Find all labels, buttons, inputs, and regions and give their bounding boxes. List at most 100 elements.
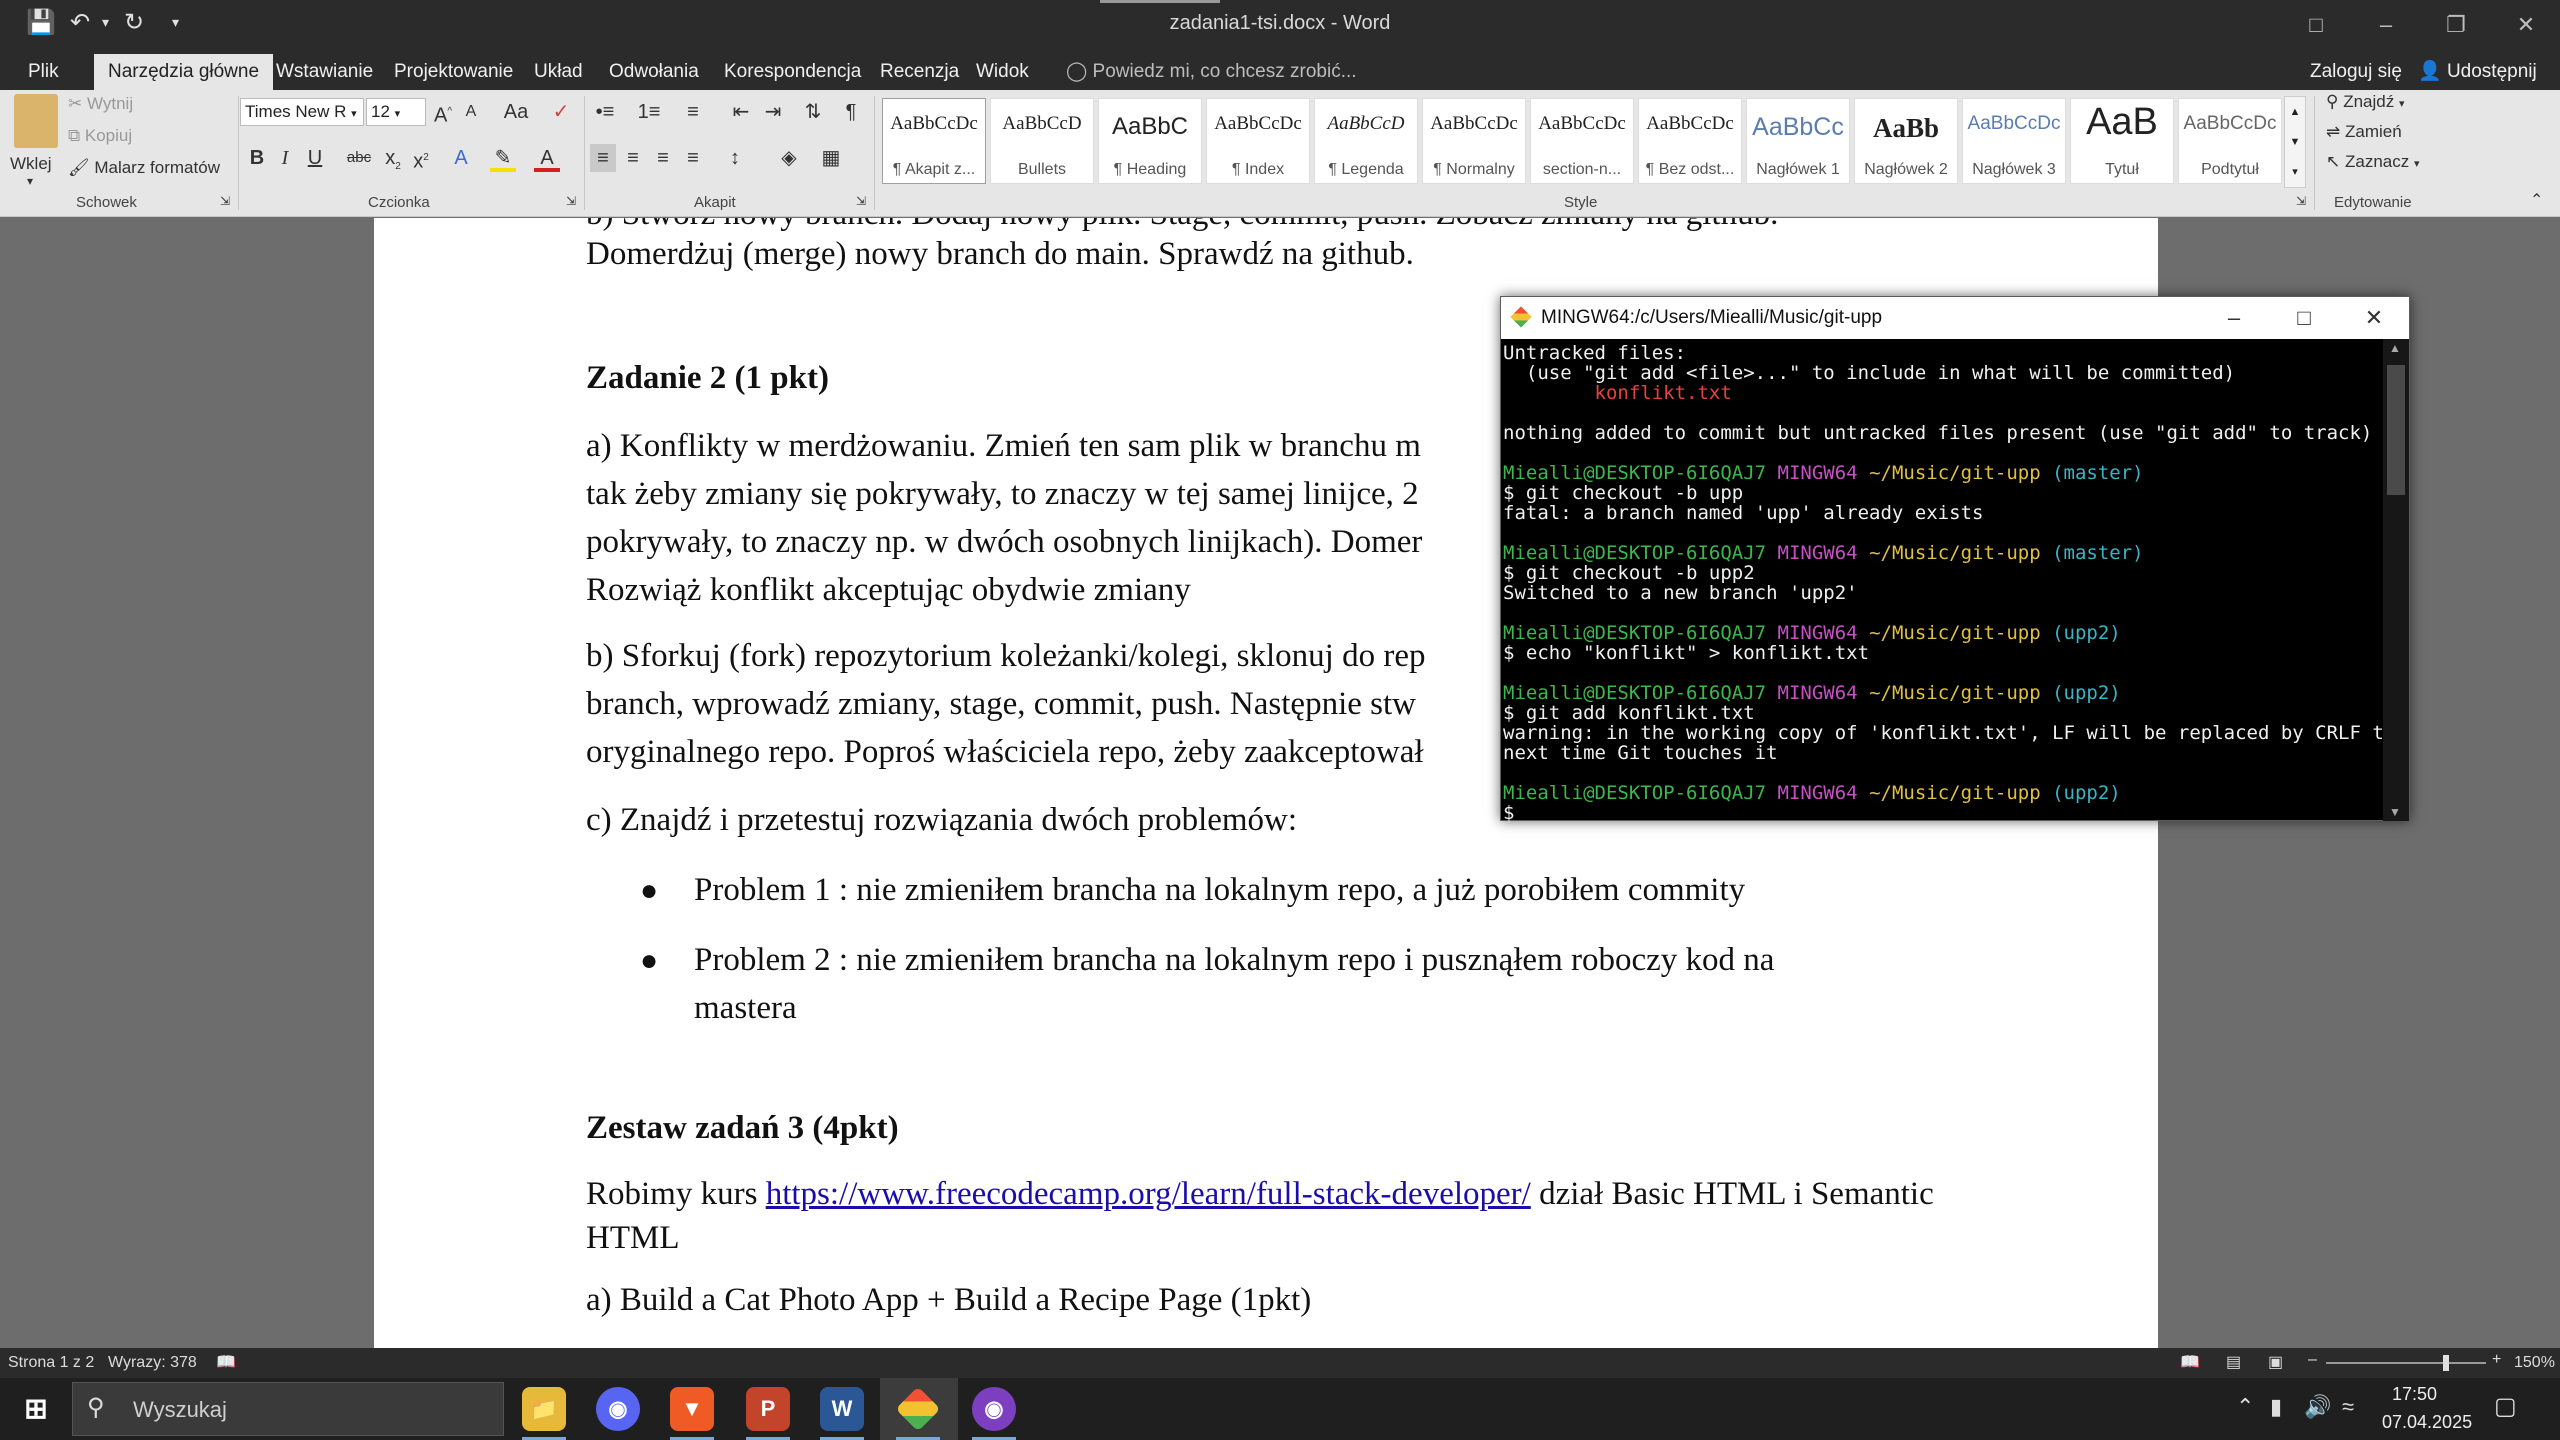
zoom-thumb[interactable] <box>2443 1355 2449 1371</box>
tab-insert[interactable]: Wstawianie <box>262 54 387 90</box>
collapse-ribbon-icon[interactable]: ⌃ <box>2530 190 2543 210</box>
line-spacing-icon[interactable]: ↕ <box>722 144 748 172</box>
format-painter-button[interactable]: 🖌 Malarz formatów <box>68 158 220 178</box>
terminal-close-button[interactable]: ✕ <box>2339 297 2409 339</box>
show-marks-icon[interactable]: ¶ <box>838 98 864 126</box>
numbering-icon[interactable]: 1≡ <box>636 98 662 126</box>
grow-font-icon[interactable]: A^ <box>430 98 456 127</box>
tab-file[interactable]: Plik <box>14 54 73 90</box>
page-count[interactable]: Strona 1 z 2 <box>8 1354 94 1372</box>
decrease-indent-icon[interactable]: ⇤ <box>728 98 754 126</box>
read-mode-icon[interactable]: 📖 <box>2180 1352 2200 1372</box>
zoom-level[interactable]: 150% <box>2514 1354 2555 1372</box>
bold-icon[interactable]: B <box>244 144 270 172</box>
zoom-out-icon[interactable]: – <box>2308 1351 2317 1369</box>
maximize-button[interactable]: ❐ <box>2426 6 2486 44</box>
increase-indent-icon[interactable]: ⇥ <box>760 98 786 126</box>
terminal-scrollbar[interactable]: ▲ ▼ <box>2383 339 2409 821</box>
find-button[interactable]: ⚲ Znajdź ▾ <box>2326 92 2404 112</box>
clipboard-launcher-icon[interactable]: ⇲ <box>220 194 230 208</box>
style-index[interactable]: AaBbCcDc ¶ Index <box>1206 98 1310 184</box>
copy-button[interactable]: ⧉ Kopiuj <box>68 126 132 146</box>
terminal-scroll-thumb[interactable] <box>2387 365 2405 495</box>
align-left-icon[interactable]: ≡ <box>590 144 616 172</box>
subscript-icon[interactable]: x2 <box>380 144 406 172</box>
windows-start-icon[interactable]: ⊞ <box>14 1387 58 1431</box>
sign-in-link[interactable]: Zaloguj się <box>2296 54 2416 90</box>
word-count[interactable]: Wyrazy: 378 <box>108 1354 197 1372</box>
terminal-output[interactable]: Untracked files: (use "git add <file>...… <box>1501 339 2407 823</box>
print-layout-icon[interactable]: ▤ <box>2226 1352 2241 1372</box>
select-button[interactable]: ↖ Zaznacz ▾ <box>2326 152 2420 172</box>
tell-me-box[interactable]: ◯ Powiedz mi, co chcesz zrobić... <box>1052 54 1371 90</box>
styles-scroll[interactable]: ▲ ▼ ▾ <box>2284 96 2306 188</box>
font-size-field[interactable]: 12 ▾ <box>366 98 426 126</box>
style-bullets[interactable]: AaBbCcD Bullets <box>990 98 1094 184</box>
borders-icon[interactable]: ▦ <box>818 144 844 172</box>
notifications-icon[interactable]: ▢ <box>2494 1392 2517 1421</box>
style-podtytul[interactable]: AaBbCcDc Podtytuł <box>2178 98 2282 184</box>
close-button[interactable]: ✕ <box>2496 6 2556 44</box>
shading-icon[interactable]: ◈ <box>776 144 802 172</box>
style-section[interactable]: AaBbCcDc section-n... <box>1530 98 1634 184</box>
bullets-icon[interactable]: •≡ <box>592 98 618 126</box>
replace-button[interactable]: ⇌ Zamień <box>2326 122 2402 142</box>
font-launcher-icon[interactable]: ⇲ <box>566 194 576 208</box>
highlight-icon[interactable]: ✎ <box>490 144 516 172</box>
word-icon[interactable]: W <box>820 1387 864 1431</box>
clock-date[interactable]: 07.04.2025 <box>2382 1412 2472 1433</box>
paste-button[interactable]: Wklej <box>10 154 52 174</box>
github-desktop-icon[interactable]: ◉ <box>972 1387 1016 1431</box>
file-explorer-icon[interactable]: 📁 <box>522 1387 566 1431</box>
style-normalny[interactable]: AaBbCcDc ¶ Normalny <box>1422 98 1526 184</box>
shrink-font-icon[interactable]: A <box>458 98 484 126</box>
sort-icon[interactable]: ⇅ <box>800 98 826 126</box>
course-link[interactable]: https://www.freecodecamp.org/learn/full-… <box>766 1176 1531 1212</box>
battery-icon[interactable]: ▮ <box>2270 1394 2282 1420</box>
paragraph-launcher-icon[interactable]: ⇲ <box>856 194 866 208</box>
tab-design[interactable]: Projektowanie <box>380 54 527 90</box>
italic-icon[interactable]: I <box>272 144 298 172</box>
tab-review[interactable]: Recenzja <box>866 54 973 90</box>
font-color-icon[interactable]: A <box>534 144 560 172</box>
paste-icon[interactable] <box>14 94 58 148</box>
share-button[interactable]: 👤 Udostępnij <box>2404 54 2551 90</box>
brave-browser-icon[interactable]: ▼ <box>670 1387 714 1431</box>
scroll-up-icon[interactable]: ▲ <box>2389 341 2401 355</box>
tab-references[interactable]: Odwołania <box>595 54 713 90</box>
style-naglowek-2[interactable]: AaBb Nagłówek 2 <box>1854 98 1958 184</box>
change-case-icon[interactable]: Aa <box>498 98 534 126</box>
clock-time[interactable]: 17:50 <box>2392 1384 2437 1405</box>
terminal-minimize-button[interactable]: – <box>2199 297 2269 339</box>
terminal-window[interactable]: MINGW64:/c/Users/Miealli/Music/git-upp –… <box>1500 296 2410 823</box>
style-tytul[interactable]: AaB Tytuł <box>2070 98 2174 184</box>
cut-button[interactable]: ✂ Wytnij <box>68 94 133 114</box>
tab-mailings[interactable]: Korespondencja <box>710 54 875 90</box>
wifi-icon[interactable]: ≈ <box>2342 1394 2354 1420</box>
underline-icon[interactable]: U <box>302 144 328 172</box>
tab-view[interactable]: Widok <box>962 54 1043 90</box>
tab-home[interactable]: Narzędzia główne <box>94 54 274 90</box>
proofing-icon[interactable]: 📖 <box>216 1352 236 1372</box>
taskbar-search-box[interactable]: ⚲ Wyszukaj <box>72 1382 504 1436</box>
text-effects-icon[interactable]: A <box>448 144 474 172</box>
strikethrough-icon[interactable]: abc <box>346 144 372 172</box>
style-legenda[interactable]: AaBbCcD ¶ Legenda <box>1314 98 1418 184</box>
tray-chevron-icon[interactable]: ⌃ <box>2236 1394 2254 1420</box>
styles-launcher-icon[interactable]: ⇲ <box>2296 194 2306 208</box>
align-center-icon[interactable]: ≡ <box>620 144 646 172</box>
terminal-maximize-button[interactable]: □ <box>2269 297 2339 339</box>
style-bez-odstepow[interactable]: AaBbCcDc ¶ Bez odst... <box>1638 98 1742 184</box>
font-name-field[interactable]: Times New R ▾ <box>240 98 364 126</box>
scroll-down-icon[interactable]: ▼ <box>2389 805 2401 819</box>
discord-icon[interactable]: ◉ <box>596 1387 640 1431</box>
volume-icon[interactable]: 🔊 <box>2304 1394 2331 1420</box>
style-naglowek-3[interactable]: AaBbCcDc Nagłówek 3 <box>1962 98 2066 184</box>
paste-dropdown-icon[interactable]: ▾ <box>27 174 33 188</box>
tab-layout[interactable]: Układ <box>520 54 597 90</box>
style-naglowek-1[interactable]: AaBbCc Nagłówek 1 <box>1746 98 1850 184</box>
powerpoint-icon[interactable]: P <box>746 1387 790 1431</box>
minimize-button[interactable]: – <box>2356 6 2416 44</box>
ribbon-display-icon[interactable]: □ <box>2286 6 2346 44</box>
multilevel-list-icon[interactable]: ≡ <box>680 98 706 126</box>
